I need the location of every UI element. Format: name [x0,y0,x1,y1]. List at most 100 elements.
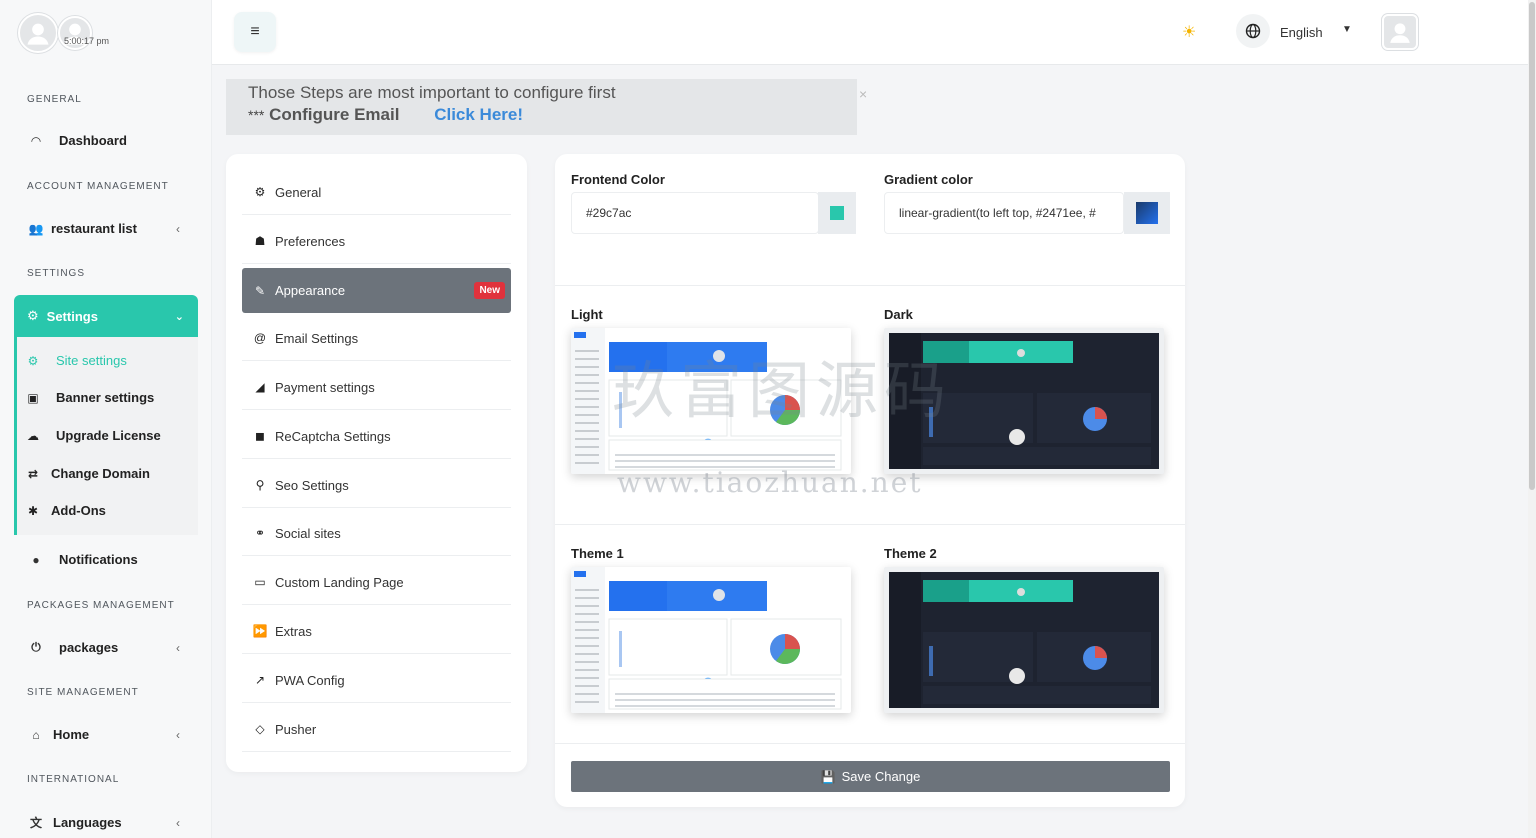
user-avatar[interactable] [18,13,58,53]
sidebar-item-notifications[interactable]: ● Notifications [0,552,198,567]
menu-label: Email Settings [275,330,359,346]
section-settings: SETTINGS [27,268,86,279]
search-icon: ⚲ [255,478,265,492]
submenu-upgrade-license[interactable]: ☁ Upgrade License [25,428,161,443]
click-here-link[interactable]: Click Here! [434,105,523,124]
submenu-label: Upgrade License [56,428,161,443]
sidebar-item-label: Notifications [59,552,138,567]
submenu-label: Add-Ons [51,503,106,518]
menu-custom-landing-page[interactable]: ▭ Custom Landing Page [242,560,511,605]
bell-icon: ● [32,552,40,567]
menu-pusher[interactable]: ◇ Pusher [242,707,511,752]
laptop-icon: ▭ [254,575,266,589]
gradient-color-label: Gradient color [884,172,973,187]
menu-label: General [275,184,322,200]
submenu-site-settings[interactable]: ⚙ Site settings [25,353,127,368]
settings-menu-card: ⚙ General ☗ Preferences ✎ Appearance New @ E… [226,154,527,772]
chevron-left-icon: ‹ [176,815,180,830]
sidebar-item-label: Languages [53,815,122,830]
profile-avatar[interactable] [1382,14,1418,50]
sidebar-item-home[interactable]: ⌂ Home ‹ [0,727,198,742]
menu-pwa-config[interactable]: ↗ PWA Config [242,658,511,703]
alert-step-label: Configure Email [269,105,400,124]
menu-extras[interactable]: ⏩ Extras [242,609,511,654]
sidebar-item-label: Dashboard [59,133,127,148]
pusher-icon: ◇ [255,722,265,736]
chevron-down-icon: ⌄ [174,310,184,323]
menu-label: PWA Config [275,672,345,688]
save-change-button[interactable]: 💾 Save Change [571,761,1170,792]
page-scrollbar[interactable] [1528,0,1536,838]
recaptcha-icon: ◼ [255,429,265,443]
chevron-left-icon: ‹ [176,221,180,236]
globe-icon [1245,23,1261,39]
menu-label: Custom Landing Page [275,574,404,590]
sidebar-item-settings[interactable]: ⚙ Settings ⌄ [14,295,198,337]
submenu-banner-settings[interactable]: ▣ Banner settings [25,390,154,405]
globe-button[interactable] [1236,14,1270,48]
menu-label: Appearance [275,283,346,298]
share-icon: ⚭ [254,526,266,540]
section-account: ACCOUNT MANAGEMENT [27,181,169,192]
gradient-color-picker[interactable] [1124,192,1170,234]
submenu-add-ons[interactable]: ✱ Add-Ons [25,503,106,518]
chevron-left-icon: ‹ [176,640,180,655]
menu-social-sites[interactable]: ⚭ Social sites [242,511,511,556]
theme-preview-theme2[interactable] [884,567,1164,713]
sidebar-item-label: Settings [46,308,98,324]
menu-appearance[interactable]: ✎ Appearance New [242,268,511,313]
frontend-color-picker[interactable] [818,192,856,234]
menu-label: ReCaptcha Settings [275,428,391,444]
menu-seo-settings[interactable]: ⚲ Seo Settings [242,463,511,508]
floppy-disk-icon: 💾 [820,769,836,784]
language-select[interactable]: English [1280,25,1323,40]
gear-icon: ⚙ [27,353,39,368]
exchange-icon: ⇄ [27,466,39,481]
sidebar: 5:00:17 pm GENERAL ◠ Dashboard ACCOUNT M… [0,0,212,838]
sidebar-header: 5:00:17 pm [0,0,211,66]
sidebar-item-label: packages [59,640,119,655]
fast-forward-icon: ⏩ [252,624,268,638]
color-swatch [830,206,844,220]
power-icon: ⏻ [31,640,41,654]
menu-label: Social sites [275,525,341,541]
theme-label-dark: Dark [884,307,913,322]
sun-icon[interactable]: ☀ [1182,22,1196,42]
theme-label-theme1: Theme 1 [571,546,624,561]
close-icon[interactable]: × [859,86,867,102]
menu-email-settings[interactable]: @ Email Settings [242,316,511,361]
alert-message: Those Steps are most important to config… [248,83,616,102]
menu-label: Pusher [275,721,317,737]
hamburger-menu-button[interactable]: ≡ [234,12,276,52]
submenu-change-domain[interactable]: ⇄ Change Domain [25,466,150,481]
menu-general[interactable]: ⚙ General [242,170,511,215]
menu-payment-settings[interactable]: ◢ Payment settings [242,365,511,410]
user-icon: ☗ [254,234,266,248]
sidebar-item-languages[interactable]: 文 Languages ‹ [0,814,198,831]
watermark-text: 玖富图源码 [612,354,953,427]
home-icon: ⌂ [32,727,40,742]
menu-recaptcha-settings[interactable]: ◼ ReCaptcha Settings [242,414,511,459]
divider [555,524,1185,525]
section-international: INTERNATIONAL [27,774,120,785]
sidebar-item-packages[interactable]: ⏻ packages ‹ [0,640,198,655]
sidebar-item-restaurant-list[interactable]: 👥 restaurant list ‹ [0,221,198,236]
scrollbar-thumb[interactable] [1529,2,1535,490]
frontend-color-label: Frontend Color [571,172,665,187]
sidebar-item-dashboard[interactable]: ◠ Dashboard [0,133,198,148]
gradient-swatch [1136,202,1158,224]
submenu-label: Change Domain [51,466,150,481]
menu-preferences[interactable]: ☗ Preferences [242,219,511,264]
theme-preview-theme1[interactable] [571,567,851,713]
caret-down-icon[interactable]: ▼ [1342,24,1352,35]
gears-icon: ⚙ [27,308,39,323]
section-packages: PACKAGES MANAGEMENT [27,600,175,611]
sidebar-item-label: restaurant list [51,221,137,236]
frontend-color-input[interactable]: #29c7ac [571,192,819,234]
gradient-color-input[interactable]: linear-gradient(to left top, #2471ee, # [884,192,1124,234]
menu-label: Extras [275,623,312,639]
setup-alert: Those Steps are most important to config… [226,79,857,135]
menu-label: Payment settings [275,379,375,395]
payment-icon: ◢ [255,380,265,394]
gear-icon: ⚙ [254,185,266,199]
